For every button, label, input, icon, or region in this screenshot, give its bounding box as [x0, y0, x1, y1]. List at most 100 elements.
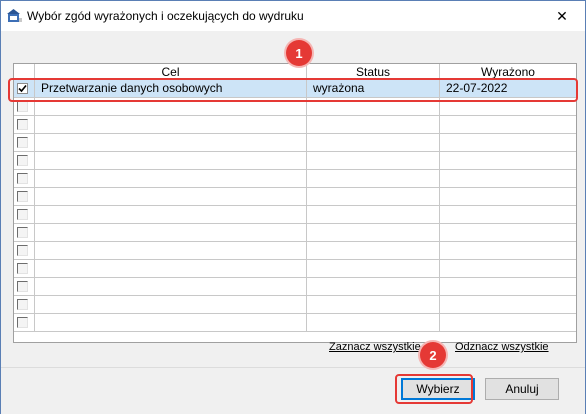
annotation-badge-1: 1 — [286, 40, 312, 66]
check-cell — [14, 98, 35, 116]
cancel-button[interactable]: Anuluj — [485, 378, 559, 400]
row-checkbox[interactable] — [17, 299, 28, 310]
select-all-link[interactable]: Zaznacz wszystkie — [329, 341, 421, 353]
cel-cell — [35, 134, 307, 152]
check-cell — [14, 80, 35, 98]
cel-cell — [35, 314, 307, 332]
wyrazono-cell — [440, 188, 576, 206]
check-cell — [14, 134, 35, 152]
wyrazono-cell — [440, 116, 576, 134]
cel-cell — [35, 260, 307, 278]
status-cell — [307, 206, 440, 224]
title-bar: Wybór zgód wyrażonych i oczekujących do … — [1, 1, 585, 31]
wyrazono-cell — [440, 170, 576, 188]
app-icon — [7, 9, 23, 23]
table-row[interactable] — [14, 260, 576, 278]
wyrazono-cell — [440, 152, 576, 170]
status-cell — [307, 278, 440, 296]
row-checkbox[interactable] — [17, 119, 28, 130]
check-cell — [14, 188, 35, 206]
cel-cell — [35, 242, 307, 260]
status-cell — [307, 170, 440, 188]
cel-cell — [35, 278, 307, 296]
table-row[interactable] — [14, 296, 576, 314]
status-cell — [307, 98, 440, 116]
cel-cell — [35, 98, 307, 116]
row-checkbox[interactable] — [17, 227, 28, 238]
check-cell — [14, 296, 35, 314]
cel-cell — [35, 152, 307, 170]
wyrazono-cell — [440, 296, 576, 314]
wyrazono-cell — [440, 206, 576, 224]
table-row[interactable]: Przetwarzanie danych osobowych wyrażona 22… — [14, 80, 576, 98]
row-checkbox[interactable] — [17, 137, 28, 148]
check-cell — [14, 242, 35, 260]
choose-button[interactable]: Wybierz — [401, 378, 475, 400]
checkmark-icon — [18, 84, 27, 93]
table-row[interactable] — [14, 134, 576, 152]
row-checkbox[interactable] — [17, 173, 28, 184]
cel-cell — [35, 224, 307, 242]
status-cell — [307, 296, 440, 314]
status-cell — [307, 134, 440, 152]
wyrazono-cell — [440, 98, 576, 116]
wyrazono-cell: 22-07-2022 — [440, 80, 576, 98]
wyrazono-cell — [440, 242, 576, 260]
row-checkbox[interactable] — [17, 83, 28, 94]
row-checkbox[interactable] — [17, 101, 28, 112]
window-title: Wybór zgód wyrażonych i oczekujących do … — [27, 9, 304, 23]
status-cell — [307, 152, 440, 170]
check-cell — [14, 260, 35, 278]
status-cell — [307, 224, 440, 242]
check-cell — [14, 170, 35, 188]
row-checkbox[interactable] — [17, 245, 28, 256]
check-cell — [14, 116, 35, 134]
consents-grid[interactable]: Cel Status Wyrażono Przetwarzanie danych… — [13, 63, 577, 343]
status-cell — [307, 116, 440, 134]
row-checkbox[interactable] — [17, 191, 28, 202]
check-cell — [14, 224, 35, 242]
cel-cell — [35, 296, 307, 314]
table-row[interactable] — [14, 314, 576, 332]
table-row[interactable] — [14, 170, 576, 188]
column-header-wyrazono[interactable]: Wyrażono — [440, 64, 576, 80]
table-row[interactable] — [14, 188, 576, 206]
cel-cell — [35, 170, 307, 188]
cel-cell — [35, 116, 307, 134]
column-header-check — [14, 64, 35, 80]
check-cell — [14, 206, 35, 224]
status-cell — [307, 242, 440, 260]
row-checkbox[interactable] — [17, 209, 28, 220]
status-cell — [307, 260, 440, 278]
table-row[interactable] — [14, 242, 576, 260]
table-row[interactable] — [14, 98, 576, 116]
wyrazono-cell — [440, 260, 576, 278]
column-header-status[interactable]: Status — [307, 64, 440, 80]
table-row[interactable] — [14, 152, 576, 170]
table-row[interactable] — [14, 278, 576, 296]
status-cell: wyrażona — [307, 80, 440, 98]
deselect-all-link[interactable]: Odznacz wszystkie — [455, 341, 549, 353]
status-cell — [307, 188, 440, 206]
wyrazono-cell — [440, 314, 576, 332]
table-row[interactable] — [14, 116, 576, 134]
annotation-badge-2: 2 — [420, 342, 446, 368]
cel-cell — [35, 188, 307, 206]
close-icon: ✕ — [556, 7, 568, 24]
check-cell — [14, 278, 35, 296]
dialog-footer: Wybierz Anuluj — [1, 367, 585, 414]
cel-cell — [35, 206, 307, 224]
dialog-body: Cel Status Wyrażono Przetwarzanie danych… — [1, 31, 585, 413]
column-header-cel[interactable]: Cel — [35, 64, 307, 80]
cel-cell: Przetwarzanie danych osobowych — [35, 80, 307, 98]
table-row[interactable] — [14, 224, 576, 242]
status-cell — [307, 314, 440, 332]
row-checkbox[interactable] — [17, 155, 28, 166]
row-checkbox[interactable] — [17, 281, 28, 292]
row-checkbox[interactable] — [17, 317, 28, 328]
table-row[interactable] — [14, 206, 576, 224]
row-checkbox[interactable] — [17, 263, 28, 274]
check-cell — [14, 314, 35, 332]
close-button[interactable]: ✕ — [539, 1, 585, 31]
check-cell — [14, 152, 35, 170]
